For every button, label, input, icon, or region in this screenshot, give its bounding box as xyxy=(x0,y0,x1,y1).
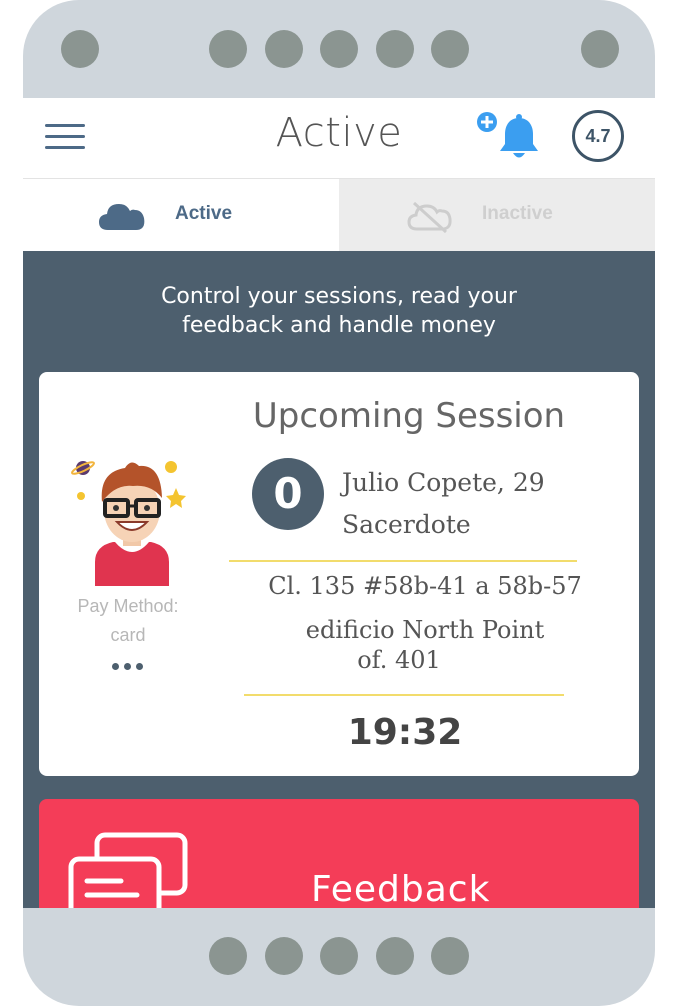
session-time: 19:32 xyxy=(347,712,463,753)
cloud-icon xyxy=(99,204,145,230)
intro-text: Control your sessions, read your feedbac… xyxy=(23,282,655,340)
app-screen: Active 4.7 Active Inactive Control your … xyxy=(23,98,655,908)
page-title: Active xyxy=(275,110,403,156)
client-role: Sacerdote xyxy=(342,510,471,539)
feedback-button[interactable]: Feedback xyxy=(39,799,639,908)
phone-dot xyxy=(431,30,469,68)
rating-badge[interactable]: 4.7 xyxy=(572,110,624,162)
bell-icon xyxy=(477,112,538,158)
tab-active-label: Active xyxy=(175,203,233,224)
cloud-off-icon xyxy=(407,201,452,233)
session-title: Upcoming Session xyxy=(252,396,566,436)
tab-bar: Active Inactive xyxy=(23,179,655,251)
tab-inactive-label: Inactive xyxy=(482,203,553,224)
app-header: Active 4.7 xyxy=(23,98,655,179)
more-options-button[interactable] xyxy=(109,658,149,672)
feedback-label: Feedback xyxy=(311,869,491,908)
intro-line-1: Control your sessions, read your xyxy=(161,284,517,309)
pay-method: Pay Method: card xyxy=(55,592,201,650)
phone-dot xyxy=(265,937,303,975)
chat-bubbles-icon xyxy=(68,832,188,908)
dot-icon xyxy=(136,663,143,670)
tab-inactive[interactable]: Inactive xyxy=(339,179,655,251)
phone-dot xyxy=(320,30,358,68)
session-count-badge: 0 xyxy=(252,458,324,530)
address-line-2: edificio North Point xyxy=(305,616,545,644)
phone-dot xyxy=(209,30,247,68)
notification-button[interactable] xyxy=(475,112,545,164)
avatar xyxy=(71,461,186,586)
tab-active[interactable]: Active xyxy=(23,179,339,251)
dot-icon xyxy=(112,663,119,670)
pay-method-label: Pay Method: xyxy=(77,596,179,616)
phone-frame: Active 4.7 Active Inactive Control your … xyxy=(23,0,655,1006)
phone-dot xyxy=(265,30,303,68)
address-line-3: of. 401 xyxy=(357,646,441,674)
separator xyxy=(229,560,577,562)
pay-method-value: card xyxy=(110,625,146,645)
address-line-1: Cl. 135 #58b-41 a 58b-57 xyxy=(268,572,582,600)
phone-dot xyxy=(376,30,414,68)
phone-dot xyxy=(581,30,619,68)
upcoming-session-card[interactable]: Pay Method: card Upcoming Session 0 Juli… xyxy=(39,372,639,776)
phone-dot xyxy=(320,937,358,975)
separator xyxy=(244,694,564,696)
dot-icon xyxy=(124,663,131,670)
phone-dot xyxy=(209,937,247,975)
phone-dot xyxy=(61,30,99,68)
intro-line-2: feedback and handle money xyxy=(182,313,496,338)
client-name: Julio Copete, 29 xyxy=(342,468,545,497)
phone-dot xyxy=(376,937,414,975)
phone-dot xyxy=(431,937,469,975)
client-info: Julio Copete, 29 Sacerdote xyxy=(342,462,545,546)
